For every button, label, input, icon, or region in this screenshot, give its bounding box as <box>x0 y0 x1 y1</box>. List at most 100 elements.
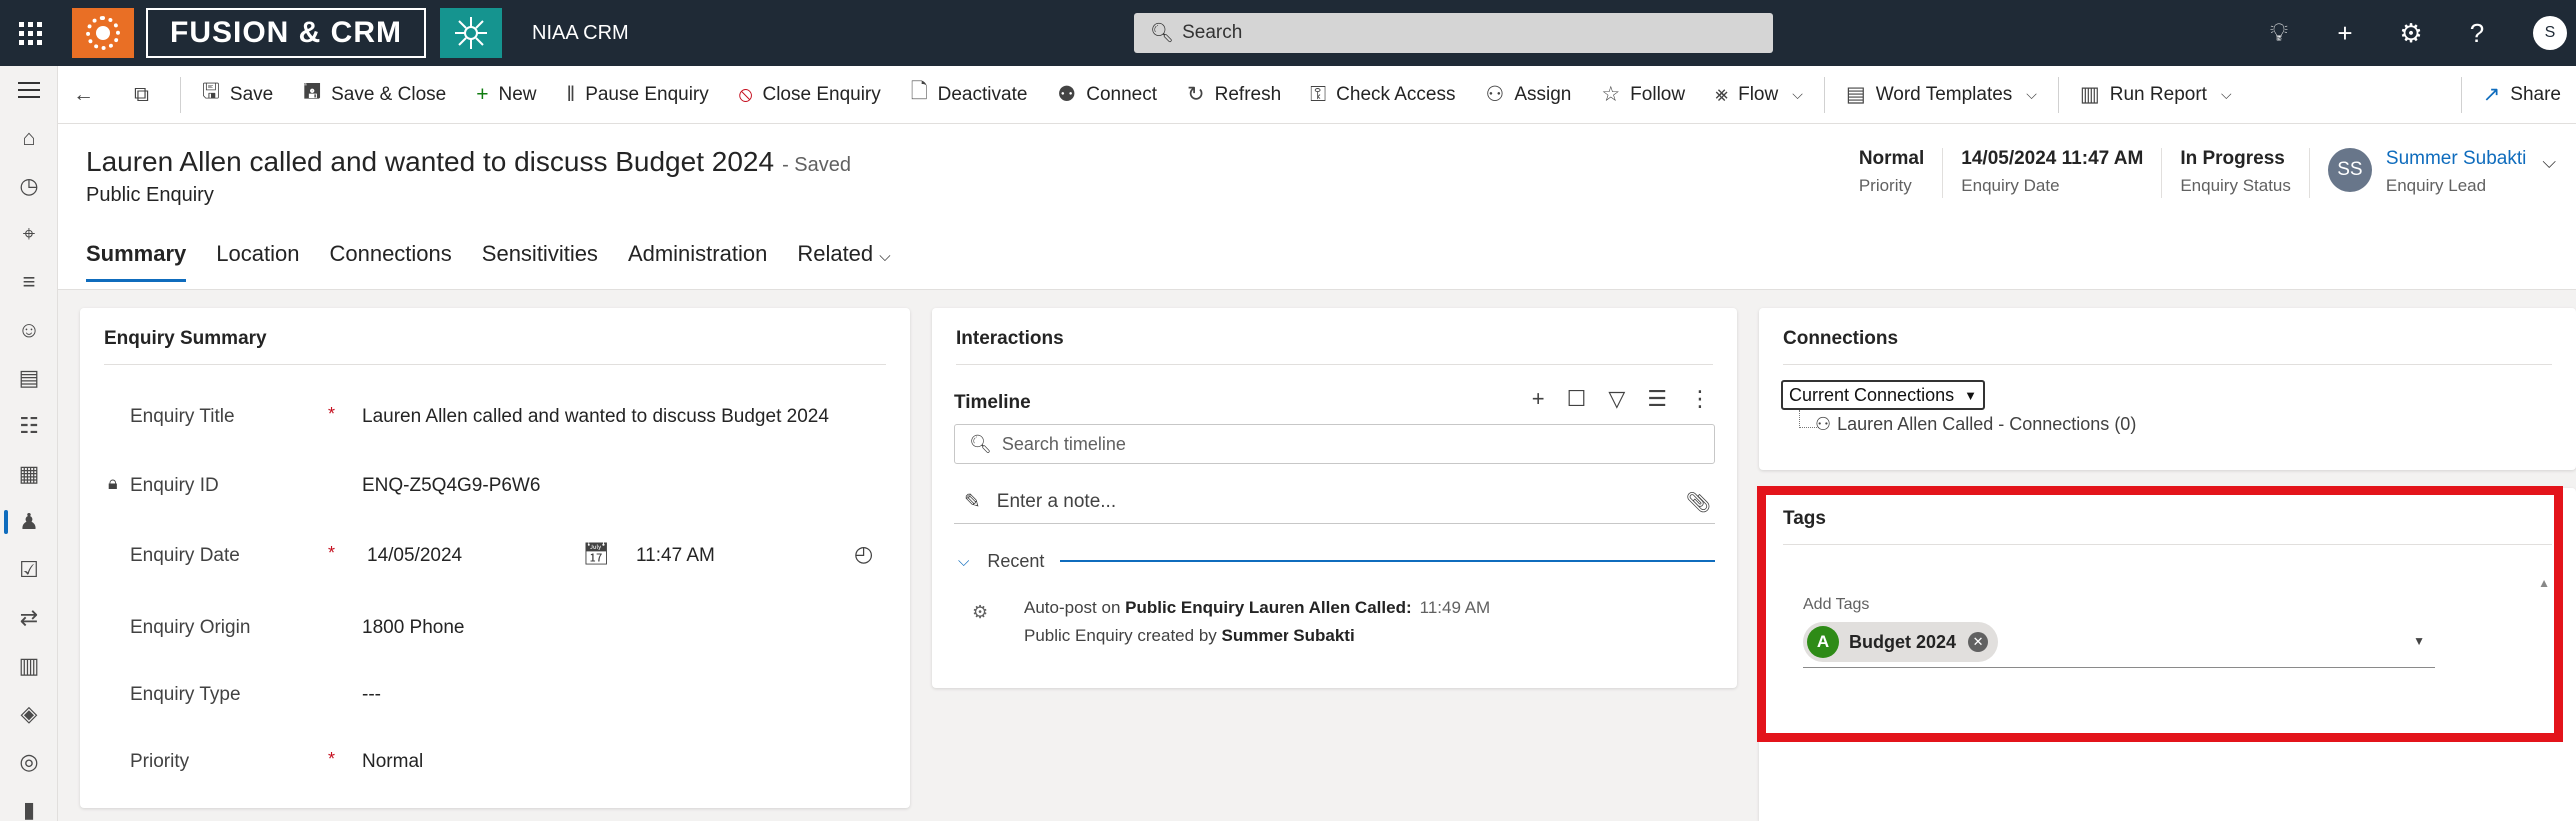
enquiry-origin-select[interactable]: 1800 Phone <box>362 617 465 639</box>
collapse-icon[interactable]: ▲ <box>2538 576 2550 590</box>
connections-list-item[interactable]: ⚇ Lauren Allen Called - Connections (0) <box>1815 414 2136 435</box>
book-icon[interactable]: ▥ <box>0 642 58 690</box>
contacts-icon[interactable]: ☺ <box>0 306 58 354</box>
save-button[interactable]: 🖫︎ Save <box>187 66 288 124</box>
chevron-down-icon[interactable]: ⌵ <box>2542 152 2556 198</box>
calendar-icon[interactable]: 📅︎ <box>582 541 610 567</box>
share-button[interactable]: ↗ Share <box>2468 66 2576 124</box>
activities-icon[interactable]: ≡ <box>0 258 58 306</box>
connections-icon[interactable]: ⇄ <box>0 594 58 642</box>
bookmark-icon[interactable]: ☐ <box>1567 386 1587 412</box>
device-icon[interactable]: ▮ <box>0 786 58 821</box>
back-button[interactable]: ← <box>58 66 119 124</box>
section-title: Interactions <box>956 328 1064 349</box>
org-icon[interactable]: ☷ <box>0 402 58 450</box>
flow-button[interactable]: ⨳ Flow ⌵ <box>1700 66 1818 124</box>
attachment-icon[interactable]: 📎︎ <box>1686 490 1711 515</box>
plus-icon[interactable]: + <box>2312 0 2378 66</box>
field-enquiry-origin: Enquiry Origin 1800 Phone <box>130 617 465 639</box>
tags-card: Tags ▲ Add Tags A Budget 2024 ✕ ▼ <box>1759 488 2576 821</box>
record-title: Lauren Allen called and wanted to discus… <box>86 146 851 177</box>
layers-icon[interactable]: ◈ <box>0 690 58 738</box>
key-icon: ⚿ <box>1310 82 1327 106</box>
check-access-button[interactable]: ⚿ Check Access <box>1295 66 1470 124</box>
enquiry-title-input[interactable]: Lauren Allen called and wanted to discus… <box>362 406 829 428</box>
recent-icon[interactable]: ◷ <box>0 162 58 210</box>
lock-icon: 🔒︎ <box>108 473 118 493</box>
app-launcher-icon[interactable] <box>0 0 60 66</box>
add-tags-input[interactable]: A Budget 2024 ✕ ▼ <box>1803 616 2435 668</box>
enquiry-date-input[interactable]: 14/05/2024 <box>367 545 462 567</box>
remove-tag-icon[interactable]: ✕ <box>1968 632 1989 652</box>
assign-button[interactable]: ⚇ Assign <box>1470 66 1586 124</box>
refresh-button[interactable]: ↻ Refresh <box>1172 66 1295 124</box>
enquiry-time-input[interactable]: 11:47 AM <box>636 545 715 567</box>
app-name[interactable]: NIAA CRM <box>532 22 629 45</box>
field-enquiry-id: 🔒︎ Enquiry ID ENQ-Z5Q4G9-P6W6 <box>108 473 541 496</box>
chevron-down-icon: ⌵ <box>958 552 970 570</box>
network-logo-icon <box>440 8 502 58</box>
filter-icon[interactable]: ▽ <box>1608 386 1625 412</box>
connect-button[interactable]: ⚉ Connect <box>1042 66 1172 124</box>
recent-group-header[interactable]: ⌵ Recent <box>954 548 1715 574</box>
enquiry-type-select[interactable]: --- <box>362 684 381 706</box>
word-icon: ▤ <box>1845 83 1866 106</box>
field-enquiry-title: Enquiry Title * Lauren Allen called and … <box>130 404 829 428</box>
tab-related[interactable]: Related ⌵ <box>782 234 905 290</box>
word-templates-button[interactable]: ▤ Word Templates ⌵ <box>1831 66 2052 124</box>
required-indicator: * <box>328 404 336 424</box>
pause-enquiry-button[interactable]: ‖ Pause Enquiry <box>552 66 724 124</box>
tab-administration[interactable]: Administration <box>613 234 782 290</box>
note-input[interactable]: ✎ Enter a note... 📎︎ <box>954 480 1715 524</box>
notebook-icon[interactable]: ▤ <box>0 354 58 402</box>
tab-sensitivities[interactable]: Sensitivities <box>467 234 613 290</box>
hamburger-menu-icon[interactable] <box>0 66 58 114</box>
tab-connections[interactable]: Connections <box>314 234 466 290</box>
deactivate-button[interactable]: 🗋︎ Deactivate <box>896 66 1043 124</box>
follow-button[interactable]: ☆ Follow <box>1586 66 1700 124</box>
priority-select[interactable]: Normal <box>362 751 423 773</box>
timeline-search-input[interactable]: 🔍︎ Search timeline <box>954 424 1715 464</box>
more-options-icon[interactable]: ⋮ <box>1689 386 1711 412</box>
gear-icon[interactable]: ⚙︎ <box>2378 0 2444 66</box>
required-indicator: * <box>328 749 336 769</box>
people-icon: ⚇ <box>1815 414 1832 434</box>
global-search-input[interactable]: 🔍︎ Search <box>1134 13 1773 53</box>
enquiry-id-value: ENQ-Z5Q4G9-P6W6 <box>362 475 541 496</box>
connections-view-select[interactable]: Current Connections ▼ <box>1781 380 1985 410</box>
new-button[interactable]: + New <box>461 66 551 124</box>
open-new-window-button[interactable]: ⧉ <box>119 66 174 124</box>
tab-summary[interactable]: Summary <box>86 234 201 290</box>
home-icon[interactable]: ⌂ <box>0 114 58 162</box>
chevron-down-icon: ⌵ <box>2026 86 2037 102</box>
timeline-title: Timeline <box>954 392 1031 413</box>
tag-avatar: A <box>1807 626 1839 658</box>
dropdown-arrow-icon[interactable]: ▼ <box>2413 634 2425 648</box>
header-field-enquiry-lead: SS Summer Subakti Enquiry Lead ⌵ <box>2310 148 2576 198</box>
pinned-icon[interactable]: ⌖ <box>0 210 58 258</box>
share-icon: ↗ <box>2482 83 2501 106</box>
save-close-button[interactable]: 🖪︎ Save & Close <box>288 66 461 124</box>
user-avatar[interactable]: S <box>2510 0 2576 66</box>
tab-location[interactable]: Location <box>201 234 314 290</box>
help-icon[interactable]: ? <box>2444 0 2510 66</box>
pause-icon: ‖ <box>566 82 576 106</box>
lightbulb-icon[interactable]: ◎ <box>0 738 58 786</box>
lightbulb-icon[interactable]: 💡︎ <box>2246 0 2312 66</box>
star-icon: ☆ <box>1601 83 1621 106</box>
clock-icon[interactable]: ◴ <box>854 541 873 567</box>
tag-chip[interactable]: A Budget 2024 ✕ <box>1803 622 1999 662</box>
add-tags-label: Add Tags <box>1803 596 1870 613</box>
close-enquiry-button[interactable]: ⦸ Close Enquiry <box>724 66 896 124</box>
run-report-button[interactable]: ▥ Run Report ⌵ <box>2065 66 2247 124</box>
plus-icon[interactable]: + <box>1532 386 1545 412</box>
list-icon[interactable]: ☰ <box>1647 386 1667 412</box>
clipboard-icon[interactable]: ☑ <box>0 546 58 594</box>
owner-link[interactable]: Summer Subakti <box>2386 148 2526 170</box>
flow-icon: ⨳ <box>1715 82 1729 106</box>
header-field-enquiry-status: In Progress Enquiry Status <box>2162 148 2310 198</box>
reports-icon[interactable]: ▦ <box>0 450 58 498</box>
enquiry-icon[interactable]: ♟ <box>0 498 58 546</box>
post-time: 11:49 AM <box>1419 598 1491 617</box>
document-deactivate-icon: 🗋︎ <box>910 80 928 103</box>
